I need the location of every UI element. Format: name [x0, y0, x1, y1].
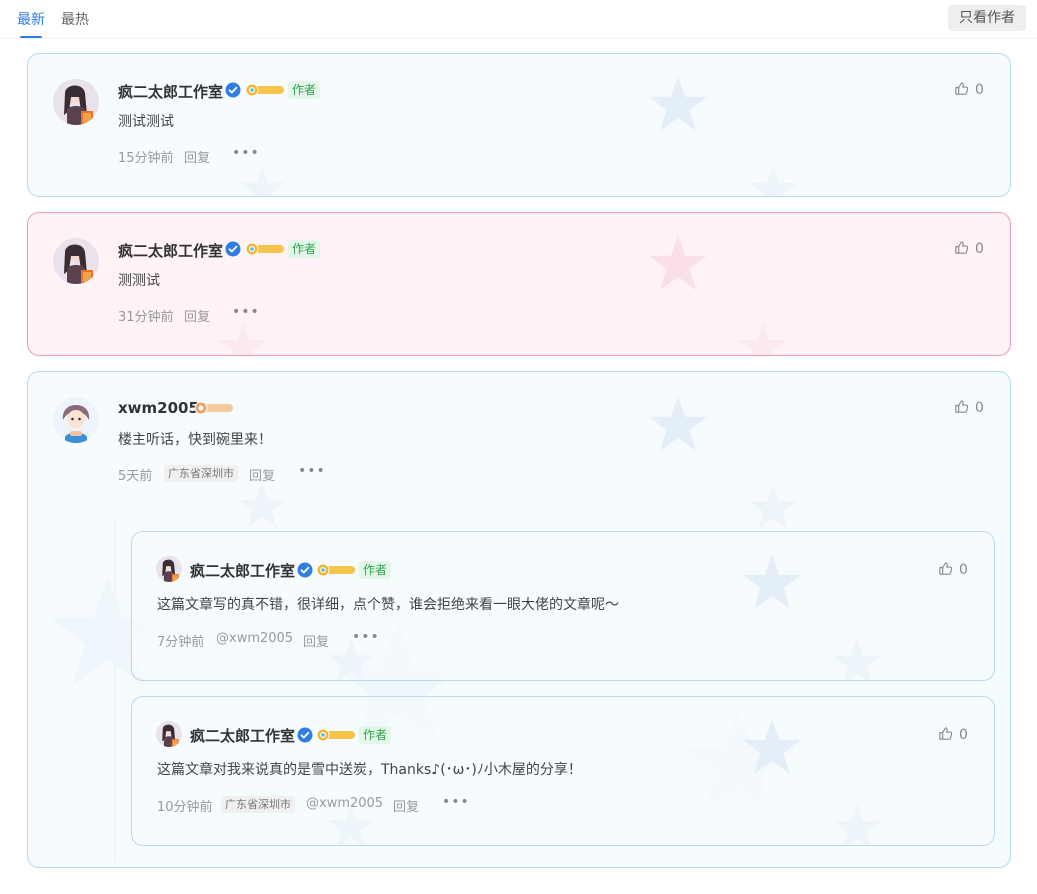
level-badge-icon	[315, 563, 357, 577]
location-tag: 广东省深圳市	[164, 465, 238, 482]
like-button[interactable]: 0	[954, 399, 984, 416]
sort-tabs: 最新 最热 只看作者	[0, 0, 1037, 39]
author-badge: 作者	[359, 561, 392, 579]
comment-time: 7分钟前	[157, 635, 205, 650]
thumb-up-icon	[954, 81, 969, 96]
avatar[interactable]	[156, 556, 182, 582]
reply-card: 疯二太郎工作室 作者 这篇文章写的真不错，很详细，点个赞，谁会拒绝来看一眼大佬的…	[131, 531, 995, 681]
comment-card: 疯二太郎工作室 作者 测试测试 15分钟前 回复 ••• 0	[27, 53, 1011, 197]
tab-latest[interactable]: 最新	[17, 9, 45, 38]
thumb-up-icon	[954, 240, 969, 255]
username[interactable]: 疯二太郎工作室	[190, 560, 295, 581]
mention-link[interactable]: @xwm2005	[216, 631, 293, 646]
thumb-up-icon	[938, 561, 953, 576]
location-tag: 广东省深圳市	[221, 796, 295, 813]
author-badge: 作者	[288, 240, 321, 258]
avatar[interactable]	[53, 238, 99, 284]
like-count: 0	[975, 241, 984, 257]
comment-text: 测测试	[118, 273, 160, 289]
comment-card: xwm2005 楼主听话，快到碗里来！ 5天前 广东省深圳市 回复 ••• 0 …	[27, 371, 1011, 868]
author-badge: 作者	[288, 81, 321, 99]
comment-time: 5天前	[118, 469, 153, 484]
like-count: 0	[975, 82, 984, 98]
author-only-button[interactable]: 只看作者	[948, 5, 1026, 31]
reply-card: 疯二太郎工作室 作者 这篇文章对我来说真的是雪中送炭，Thanks♪(･ω･)ﾉ…	[131, 696, 995, 846]
reply-button[interactable]: 回复	[184, 147, 210, 166]
avatar[interactable]	[53, 79, 99, 125]
username[interactable]: 疯二太郎工作室	[118, 81, 223, 102]
verified-icon	[225, 82, 241, 98]
thumb-up-icon	[954, 399, 969, 414]
tab-hottest[interactable]: 最热	[61, 9, 89, 29]
more-icon[interactable]: •••	[298, 463, 326, 479]
username[interactable]: 疯二太郎工作室	[118, 240, 223, 261]
avatar[interactable]	[156, 721, 182, 747]
like-button[interactable]: 0	[938, 726, 968, 743]
comment-text: 这篇文章写的真不错，很详细，点个赞，谁会拒绝来看一眼大佬的文章呢～	[157, 597, 619, 613]
mention-link[interactable]: @xwm2005	[306, 796, 383, 811]
verified-icon	[297, 562, 313, 578]
reply-button[interactable]: 回复	[393, 796, 419, 815]
level-badge-icon	[244, 242, 286, 256]
like-count: 0	[959, 727, 968, 743]
thumb-up-icon	[938, 726, 953, 741]
comment-card: 疯二太郎工作室 作者 测测试 31分钟前 回复 ••• 0	[27, 212, 1011, 356]
verified-icon	[297, 727, 313, 743]
more-icon[interactable]: •••	[352, 629, 380, 645]
avatar[interactable]	[53, 397, 99, 443]
author-badge: 作者	[359, 726, 392, 744]
comment-text: 楼主听话，快到碗里来！	[118, 432, 272, 448]
comment-time: 15分钟前	[118, 151, 174, 166]
like-count: 0	[975, 400, 984, 416]
username[interactable]: xwm2005	[118, 399, 199, 417]
level-badge-icon	[193, 401, 235, 415]
comment-time: 31分钟前	[118, 310, 174, 325]
username[interactable]: 疯二太郎工作室	[190, 725, 295, 746]
more-icon[interactable]: •••	[232, 304, 260, 320]
level-badge-icon	[244, 83, 286, 97]
verified-icon	[225, 241, 241, 257]
more-icon[interactable]: •••	[232, 145, 260, 161]
like-count: 0	[959, 562, 968, 578]
reply-button[interactable]: 回复	[303, 631, 329, 650]
comment-time: 10分钟前	[157, 800, 213, 815]
reply-thread-line	[114, 519, 116, 862]
reply-button[interactable]: 回复	[249, 465, 275, 484]
like-button[interactable]: 0	[938, 561, 968, 578]
like-button[interactable]: 0	[954, 240, 984, 257]
star-background	[238, 76, 797, 196]
more-icon[interactable]: •••	[442, 794, 470, 810]
level-badge-icon	[315, 728, 357, 742]
like-button[interactable]: 0	[954, 81, 984, 98]
comment-text: 测试测试	[118, 114, 174, 130]
comment-text: 这篇文章对我来说真的是雪中送炭，Thanks♪(･ω･)ﾉ小木屋的分享！	[157, 762, 582, 778]
star-background	[219, 235, 787, 355]
reply-button[interactable]: 回复	[184, 306, 210, 325]
